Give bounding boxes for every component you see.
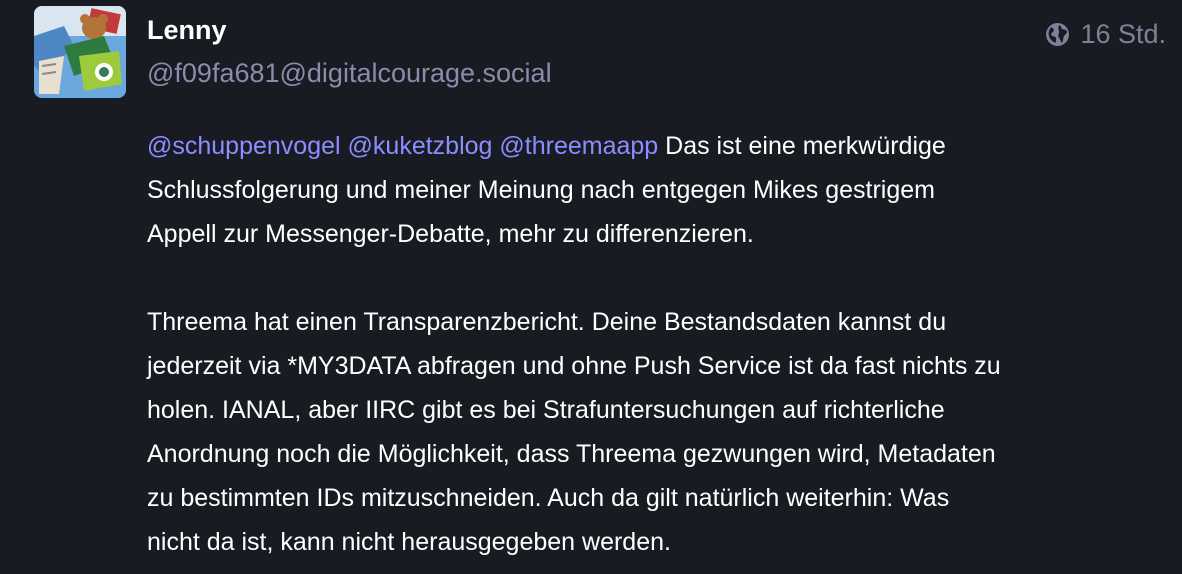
status-content: @schuppenvogel @kuketzblog @threemaapp D…: [147, 124, 1167, 564]
text-line: Appell zur Messenger-Debatte, mehr zu di…: [147, 220, 754, 248]
status-meta: 16 Std.: [1045, 17, 1166, 51]
display-name[interactable]: Lenny: [147, 13, 227, 47]
text-line: jederzeit via *MY3DATA abfragen und ohne…: [147, 352, 1001, 380]
mention-link[interactable]: @kuketzblog: [348, 132, 493, 160]
avatar[interactable]: [34, 6, 126, 98]
text-line: holen. IANAL, aber IIRC gibt es bei Stra…: [147, 396, 945, 424]
text-line: nicht da ist, kann nicht herausgegeben w…: [147, 528, 671, 556]
text-line: zu bestimmten IDs mitzuschneiden. Auch d…: [147, 484, 950, 512]
mention-link[interactable]: @schuppenvogel: [147, 132, 341, 160]
mention-link[interactable]: @threemaapp: [499, 132, 658, 160]
globe-icon: [1046, 22, 1070, 46]
avatar-image: [34, 6, 126, 98]
timestamp-link[interactable]: 16 Std.: [1080, 17, 1166, 51]
text-line: Anordnung noch die Möglichkeit, dass Thr…: [147, 440, 996, 468]
status-card: Lenny @f09fa681@digitalcourage.social 16…: [0, 0, 1182, 574]
paragraph-2: Threema hat einen Transparenzbericht. De…: [147, 300, 1167, 564]
text-line: Schlussfolgerung und meiner Meinung nach…: [147, 176, 935, 204]
text-line: Threema hat einen Transparenzbericht. De…: [147, 308, 947, 336]
account-handle[interactable]: @f09fa681@digitalcourage.social: [147, 56, 552, 90]
text-line: Das ist eine merkwürdige: [658, 132, 946, 160]
paragraph-1: @schuppenvogel @kuketzblog @threemaapp D…: [147, 124, 1167, 256]
